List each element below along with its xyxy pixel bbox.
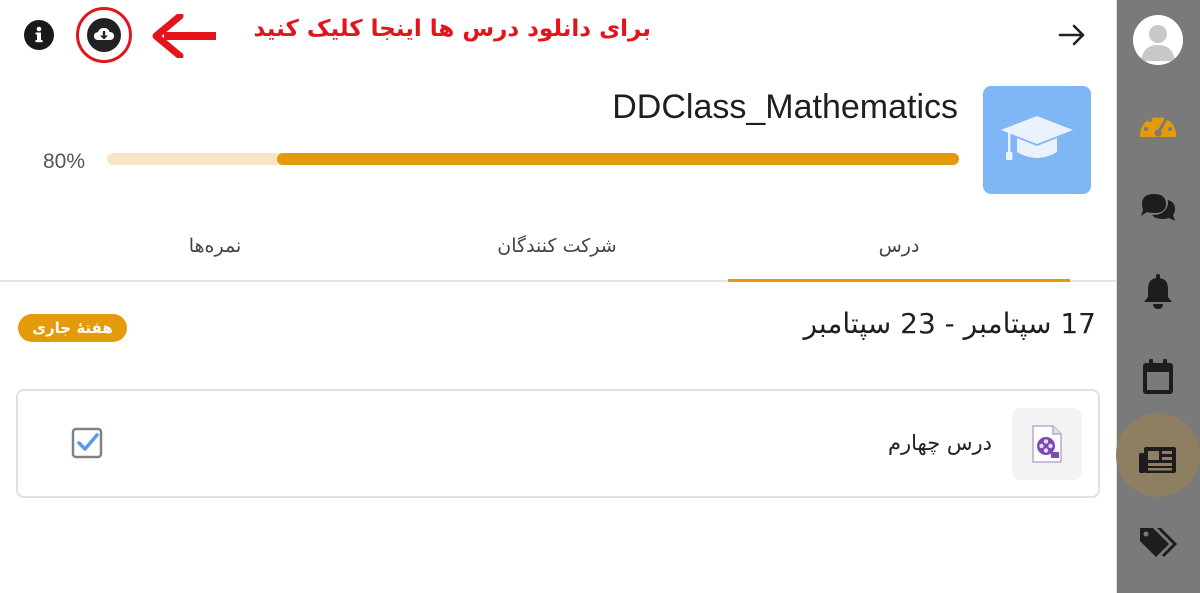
activity-name[interactable]: درس چهارم (888, 431, 992, 455)
video-file-icon (1012, 408, 1082, 480)
page: برای دانلود درس ها اینجا کلیک کنید DDCla… (0, 0, 1200, 593)
sidebar-item-messages[interactable] (1116, 172, 1200, 242)
progress-bar-fill (277, 153, 959, 165)
annotation-arrow-icon (152, 14, 216, 58)
tags-icon (1140, 528, 1177, 557)
tab-grades[interactable]: نمره‌ها (44, 210, 386, 282)
course-tabs: درس شرکت کنندگان نمره‌ها (0, 210, 1116, 282)
course-image (983, 86, 1091, 194)
graduation-cap-icon (1001, 116, 1073, 160)
progress-bar (107, 153, 959, 165)
progress-percentage: 80% (43, 150, 86, 173)
week-title: 17 سپتامبر - 23 سپتامبر (803, 307, 1096, 340)
course-title: DDClass_Mathematics (612, 88, 958, 126)
sidebar-item-dashboard[interactable] (1116, 89, 1200, 159)
cloud-download-icon[interactable] (87, 18, 121, 52)
sidebar-item-tags[interactable] (1116, 508, 1200, 578)
download-instruction-text: برای دانلود درس ها اینجا کلیک کنید (253, 16, 651, 42)
completion-checkbox-icon[interactable] (71, 427, 103, 459)
newspaper-icon (1139, 447, 1176, 473)
bell-icon (1144, 274, 1172, 309)
calendar-icon (1143, 359, 1173, 394)
sidebar-item-notifications[interactable] (1116, 257, 1200, 327)
arrow-right-icon[interactable] (1057, 20, 1087, 50)
download-highlight-circle (76, 7, 132, 63)
sidebar-item-courses[interactable] (1116, 413, 1200, 497)
current-week-badge: هفتهٔ جاری (18, 314, 127, 342)
user-avatar-icon[interactable] (1133, 15, 1183, 65)
tab-participants[interactable]: شرکت کنندگان (386, 210, 728, 282)
chat-bubbles-icon (1141, 194, 1175, 221)
activity-item[interactable]: درس چهارم (16, 389, 1100, 498)
main-content: برای دانلود درس ها اینجا کلیک کنید DDCla… (0, 0, 1116, 593)
sidebar-item-calendar[interactable] (1116, 342, 1200, 412)
tab-lesson[interactable]: درس (728, 210, 1070, 282)
gauge-icon (1140, 114, 1176, 137)
info-icon[interactable] (24, 20, 54, 50)
